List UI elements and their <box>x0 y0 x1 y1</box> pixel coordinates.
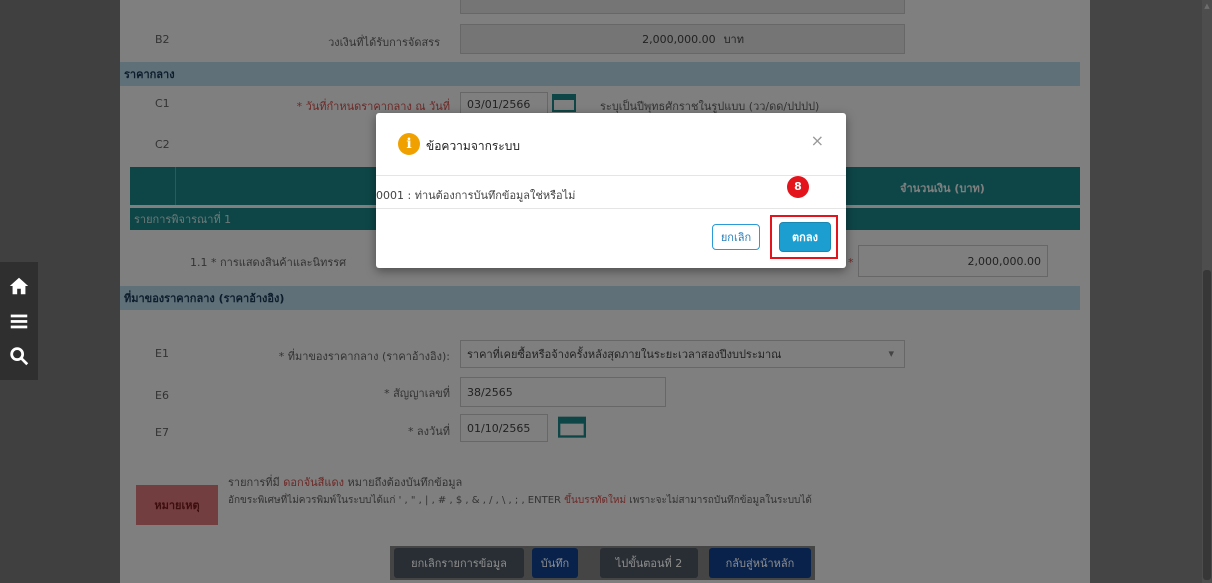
menu-icon[interactable] <box>8 310 30 332</box>
dialog-cancel-button[interactable]: ยกเลิก <box>712 224 760 250</box>
step-number-badge: 8 <box>787 176 809 198</box>
dialog-cancel-label: ยกเลิก <box>720 231 752 244</box>
bottom-buttons-dimmer <box>390 546 815 580</box>
dialog-header: i ข้อความจากระบบ × <box>376 113 846 176</box>
search-icon[interactable] <box>8 345 30 367</box>
ok-button-highlight <box>770 215 838 259</box>
dialog-message: 0001 : ท่านต้องการบันทึกข้อมูลใช่หรือไม่ <box>376 189 576 202</box>
dialog-title: ข้อความจากระบบ <box>426 139 520 153</box>
left-toolbar <box>0 262 38 380</box>
info-icon: i <box>398 133 420 155</box>
close-icon[interactable]: × <box>811 131 824 150</box>
dialog-body: 0001 : ท่านต้องการบันทึกข้อมูลใช่หรือไม่ <box>376 175 846 209</box>
system-message-dialog: i ข้อความจากระบบ × 0001 : ท่านต้องการบัน… <box>376 113 846 268</box>
home-icon[interactable] <box>8 275 30 297</box>
modal-backdrop[interactable] <box>0 0 1212 583</box>
